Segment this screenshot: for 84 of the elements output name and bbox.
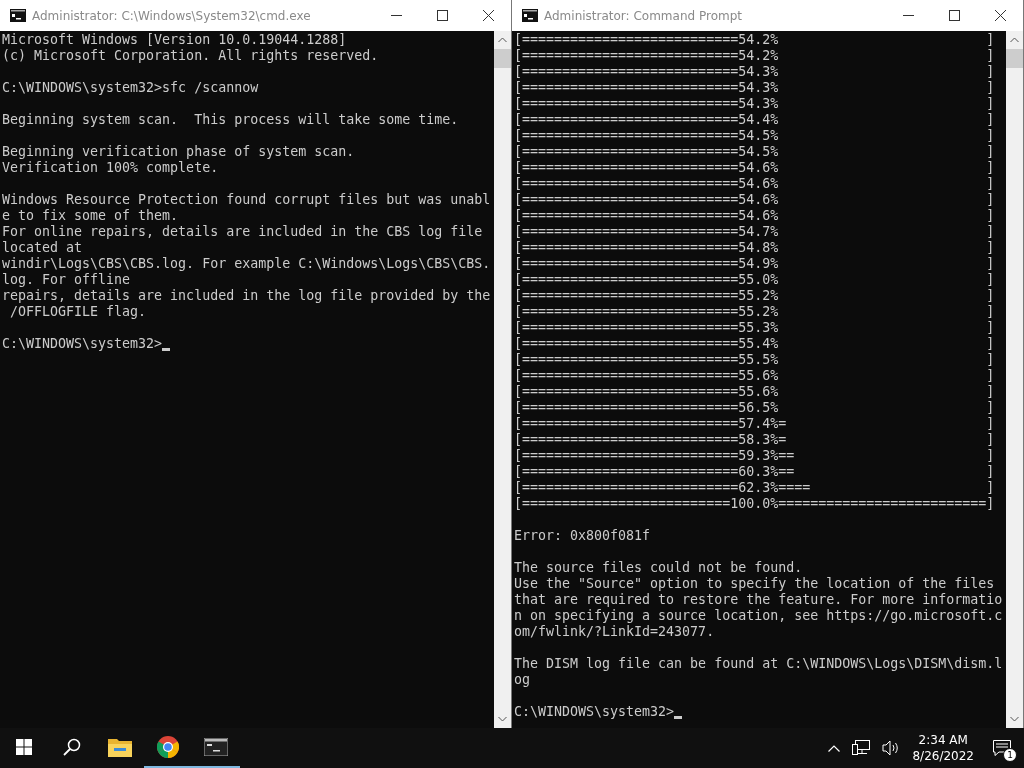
console-line: e to fix some of them. [2,208,180,224]
console-line: og [514,672,531,688]
console-line: [===========================57.4%= ] [514,416,996,432]
console-icon [522,9,538,22]
console-line: [===========================60.3%== ] [514,464,996,480]
console-line: [===========================54.4% ] [514,112,996,128]
console-line: Error: 0x800f081f [514,528,652,544]
close-icon [482,10,494,21]
scroll-down-icon[interactable] [498,716,507,722]
console-line: Microsoft Windows [Version 10.0.19044.1288] [2,32,348,48]
browser-icon [157,736,179,758]
maximize-icon [948,10,960,21]
scroll-thumb[interactable] [1006,49,1023,68]
console-line: [===========================54.9% ] [514,256,996,272]
message-icon [993,740,1011,756]
console-line: Verification 100% complete. [2,160,220,176]
console-line: [===========================54.3% ] [514,96,996,112]
scroll-up-icon[interactable] [1010,37,1019,43]
console-line: log. For offline [2,272,132,288]
console-line: [===========================58.3%= ] [514,432,996,448]
console-line: /OFFLOGFILE flag. [9,304,148,320]
console-line: [===========================55.5% ] [514,352,996,368]
console-line: The DISM log file can be found at C:\WINDOWS\Logs\DISM\dism.l [514,656,1004,672]
console-line: located at [2,240,84,256]
console-icon [10,9,26,22]
console-line: [===========================54.2% ] [514,48,996,64]
console-line: [===========================54.6% ] [514,160,996,176]
console-line: [===========================56.5% ] [514,400,996,416]
console-line: [===========================54.7% ] [514,224,996,240]
console-line: [===========================59.3%== ] [514,448,996,464]
window-title: Administrator: C:\Windows\System32\cmd.exe [32,8,311,23]
scroll-up-icon[interactable] [498,37,507,43]
scroll-thumb[interactable] [494,49,511,68]
console-line: (c) Microsoft Corporation. All rights reserved. [2,48,380,64]
notification-badge: 1 [1003,748,1017,762]
command-prompt: C:\WINDOWS\system32> [2,336,163,352]
scrollbar[interactable] [1006,31,1023,728]
text-cursor [162,348,171,351]
console-line: The source files could not be found. [514,560,804,576]
console-line: For online repairs, details are included in the CBS log file [2,224,484,240]
console-icon [204,738,228,756]
command-prompt: C:\WINDOWS\system32> [514,704,675,720]
volume-icon[interactable] [882,740,901,756]
console-line: [===========================55.3% ] [514,320,996,336]
text-cursor [674,716,683,719]
console-line: [===========================55.2% ] [514,304,996,320]
console-line: Beginning verification phase of system scan. [2,144,356,160]
console-line: [===========================55.4% ] [514,336,996,352]
console-line: Use the "Source" option to specify the location of the files [514,576,996,592]
window-title: Administrator: Command Prompt [544,8,742,23]
console-line: windir\Logs\CBS\CBS.log. For example C:\Windows\Logs\CBS\CBS. [2,256,492,272]
console-line: [===========================55.6% ] [514,368,996,384]
scrollbar[interactable] [494,31,511,728]
console-line: [===========================54.6% ] [514,176,996,192]
console-line: Windows Resource Protection found corrupt files but was unabl [2,192,492,208]
console-line: [===========================62.3%==== ] [514,480,996,496]
notification-button[interactable]: 1 [980,728,1024,768]
network-icon[interactable] [852,740,871,756]
maximize-icon [436,10,448,21]
console-line: n on specifying a source location, see https://go.microsoft.c [514,608,1004,624]
console-line: that are required to restore the feature. For more informatio [514,592,1004,608]
console-line: om/fwlink/?LinkId=243077. [514,624,716,640]
windows-logo-icon [16,739,32,755]
chevron-up-icon[interactable] [828,744,841,752]
console-line: [===========================54.5% ] [514,128,996,144]
search-icon [63,738,81,756]
console-line: [===========================55.0% ] [514,272,996,288]
clock[interactable]: 2:34 AM 8/26/2022 [906,732,980,764]
console-line: [===========================55.2% ] [514,288,996,304]
console-line: repairs, details are included in the log file provided by the [2,288,492,304]
console-line: [===========================54.3% ] [514,64,996,80]
console-line: [===========================55.6% ] [514,384,996,400]
console-line: C:\WINDOWS\system32>sfc /scannow [2,80,260,96]
scroll-down-icon[interactable] [1010,716,1019,722]
console-line: [===========================54.2% ] [514,32,996,48]
folder-icon [108,737,132,757]
close-icon [994,10,1006,21]
console-line: [==========================100.0%==========================] [514,496,996,512]
console-line: [===========================54.3% ] [514,80,996,96]
console-line: [===========================54.5% ] [514,144,996,160]
console-line: [===========================54.6% ] [514,192,996,208]
console-line: [===========================54.6% ] [514,208,996,224]
console-line: [===========================54.8% ] [514,240,996,256]
console-line: Beginning system scan. This process will take some time. [2,112,460,128]
